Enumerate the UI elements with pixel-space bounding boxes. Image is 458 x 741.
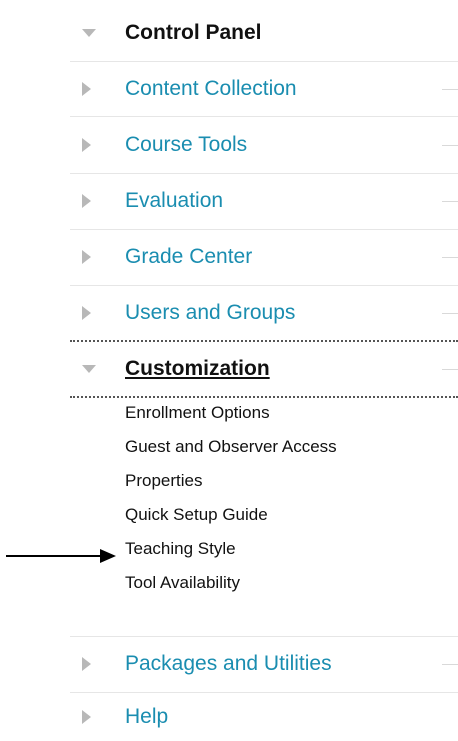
menu-item-evaluation[interactable]: Evaluation <box>70 174 458 228</box>
menu-item-label[interactable]: Packages and Utilities <box>125 652 332 676</box>
submenu-item-tool-availability[interactable]: Tool Availability <box>125 573 240 593</box>
expand-triangle-icon <box>82 710 91 724</box>
control-panel-title: Control Panel <box>125 21 262 44</box>
menu-item-grade-center[interactable]: Grade Center <box>70 230 458 284</box>
menu-item-content-collection[interactable]: Content Collection <box>70 62 458 116</box>
menu-item-users-and-groups[interactable]: Users and Groups <box>70 286 458 340</box>
expand-triangle-icon <box>82 657 91 671</box>
divider <box>442 369 458 370</box>
collapse-triangle-icon <box>82 365 96 373</box>
submenu-item-properties[interactable]: Properties <box>125 471 202 491</box>
control-panel-header[interactable]: Control Panel <box>70 6 458 60</box>
menu-item-label[interactable]: Grade Center <box>125 245 252 269</box>
expand-triangle-icon <box>82 138 91 152</box>
menu-item-label[interactable]: Help <box>125 705 168 729</box>
expand-triangle-icon <box>82 82 91 96</box>
menu-item-label[interactable]: Users and Groups <box>125 301 295 325</box>
dotted-divider <box>70 396 458 398</box>
expand-triangle-icon <box>82 306 91 320</box>
menu-item-label[interactable]: Content Collection <box>125 77 297 101</box>
collapse-triangle-icon <box>82 29 96 37</box>
submenu-item-guest-and-observer-access[interactable]: Guest and Observer Access <box>125 437 337 457</box>
menu-item-packages-and-utilities[interactable]: Packages and Utilities <box>70 637 458 691</box>
expand-triangle-icon <box>82 250 91 264</box>
right-arrow-icon <box>6 555 106 557</box>
customization-label[interactable]: Customization <box>125 357 270 381</box>
menu-item-label[interactable]: Evaluation <box>125 189 223 213</box>
menu-item-course-tools[interactable]: Course Tools <box>70 118 458 172</box>
submenu-item-enrollment-options[interactable]: Enrollment Options <box>125 403 270 423</box>
divider <box>442 313 458 314</box>
submenu-item-teaching-style[interactable]: Teaching Style <box>125 539 236 559</box>
arrowhead-icon <box>100 549 116 563</box>
expand-triangle-icon <box>82 194 91 208</box>
menu-item-customization[interactable]: Customization <box>70 342 458 396</box>
divider <box>70 116 458 117</box>
divider <box>442 257 458 258</box>
divider <box>442 89 458 90</box>
menu-item-label[interactable]: Course Tools <box>125 133 247 157</box>
menu-item-help[interactable]: Help <box>70 693 458 741</box>
divider <box>442 145 458 146</box>
control-panel: Control Panel Content Collection Course … <box>70 0 458 740</box>
submenu-item-quick-setup-guide[interactable]: Quick Setup Guide <box>125 505 268 525</box>
divider <box>442 201 458 202</box>
divider <box>442 664 458 665</box>
